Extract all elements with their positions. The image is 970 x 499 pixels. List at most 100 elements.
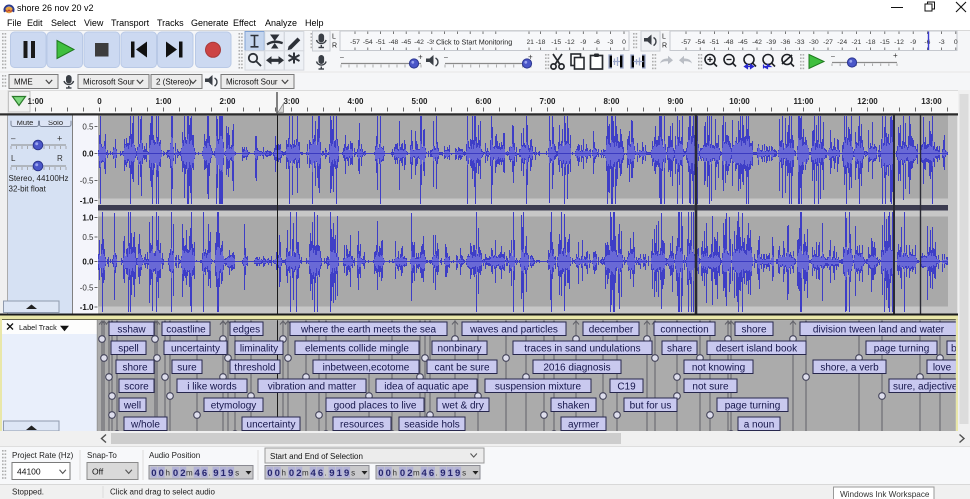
svg-text:Effect: Effect [233,18,256,28]
svg-text:+: + [57,134,62,144]
svg-text:but for us: but for us [630,401,672,412]
svg-text:-54: -54 [363,39,373,46]
svg-text:2: 2 [180,468,185,479]
svg-text:Project Rate (Hz): Project Rate (Hz) [12,451,74,460]
svg-text:Windows Ink Workspace: Windows Ink Workspace [840,490,930,499]
svg-text:-27: -27 [823,39,833,46]
svg-text:6: 6 [202,468,207,479]
svg-text:wet & dry: wet & dry [441,401,484,412]
svg-text:sure, adjective: sure, adjective [893,382,958,393]
svg-text:shore 26 nov 20 v2: shore 26 nov 20 v2 [17,3,94,13]
svg-text:m: m [413,469,420,478]
svg-text:-1.0: -1.0 [80,303,94,312]
svg-text:4: 4 [310,468,316,479]
svg-text:L: L [662,34,666,41]
svg-text:-45: -45 [401,39,411,46]
svg-text:R: R [332,43,337,50]
svg-text:-36: -36 [780,39,790,46]
svg-text:1: 1 [337,468,343,479]
svg-text:-18: -18 [866,39,876,46]
svg-text:Off: Off [92,467,104,477]
svg-text:-51: -51 [709,39,719,46]
svg-text:0: 0 [289,468,294,479]
svg-text:share: share [667,344,692,355]
svg-text:resources: resources [340,420,384,431]
svg-text:page turning: page turning [874,344,930,355]
svg-text:.: . [435,469,437,478]
svg-text:edges: edges [233,325,260,336]
svg-text:1: 1 [221,468,227,479]
svg-text:where the earth meets the sea: where the earth meets the sea [300,325,437,336]
svg-text:0: 0 [275,468,280,479]
svg-text:page turning: page turning [725,401,781,412]
svg-text:Click and drag to select audio: Click and drag to select audio [110,488,216,497]
svg-text:–: – [444,55,448,62]
svg-text:–: – [831,53,835,60]
svg-text:h: h [165,469,169,478]
svg-text:Audio Position: Audio Position [149,451,200,460]
svg-text:ayrmer: ayrmer [568,420,600,431]
svg-text:good places to live: good places to live [334,401,417,412]
svg-text:-48: -48 [388,39,398,46]
svg-text:-12: -12 [565,39,575,46]
svg-text:0: 0 [267,468,272,479]
svg-text:-6: -6 [594,39,600,46]
svg-text:vibration and matter: vibration and matter [268,382,357,393]
svg-text:desert island book: desert island book [716,344,798,355]
svg-text:5:00: 5:00 [411,97,428,106]
svg-text:0: 0 [400,468,405,479]
svg-text:-54: -54 [695,39,705,46]
svg-text:.: . [324,469,326,478]
svg-text:a noun: a noun [744,420,775,431]
svg-text:R: R [662,43,667,50]
svg-text:6:00: 6:00 [475,97,492,106]
svg-text:-12: -12 [894,39,904,46]
svg-text:coastline: coastline [166,325,206,336]
svg-text:0.5: 0.5 [82,123,94,132]
svg-text:elements collide mingle: elements collide mingle [305,344,409,355]
svg-text:View: View [84,18,104,28]
svg-text:Tracks: Tracks [157,18,184,28]
svg-text:0: 0 [159,468,164,479]
svg-text:Help: Help [305,18,324,28]
svg-text:-15: -15 [880,39,890,46]
svg-text:10:00: 10:00 [729,97,750,106]
svg-text:MME: MME [14,77,33,86]
svg-text:h: h [281,469,285,478]
svg-text:-48: -48 [724,39,734,46]
svg-text:i like words: i like words [187,382,236,393]
svg-text:C19: C19 [617,382,636,393]
svg-text:9: 9 [440,468,445,479]
svg-text:-30: -30 [809,39,819,46]
svg-text:well: well [123,401,141,412]
svg-text:9:00: 9:00 [667,97,684,106]
svg-text:Microsoft Sour: Microsoft Sour [83,77,135,86]
svg-text:seaside hols: seaside hols [404,420,460,431]
svg-text:44100: 44100 [17,467,41,477]
svg-text:cant be sure: cant be sure [434,363,489,374]
svg-text:0: 0 [378,468,383,479]
svg-text:0.0: 0.0 [82,258,94,267]
svg-text:Stopped.: Stopped. [12,488,44,497]
svg-text:–: – [340,55,344,62]
svg-text:threshold: threshold [234,363,275,374]
svg-text:L: L [11,154,16,163]
svg-text:.: . [208,469,210,478]
svg-text:1:00: 1:00 [155,97,172,106]
svg-text:m: m [302,469,309,478]
svg-text:-33: -33 [795,39,805,46]
svg-text:-9: -9 [910,39,916,46]
svg-text:inbetween,ecotome: inbetween,ecotome [323,363,410,374]
svg-text:32-bit float: 32-bit float [9,185,47,194]
svg-text:-57: -57 [350,39,360,46]
svg-text:-15: -15 [551,39,561,46]
svg-text:L: L [332,34,336,41]
svg-text:shore: shore [741,325,766,336]
svg-text:2016 diagnosis: 2016 diagnosis [543,363,610,374]
svg-text:-3: -3 [607,39,613,46]
svg-text:Analyze: Analyze [265,18,297,28]
svg-text:-18: -18 [536,39,546,46]
svg-text:–: – [11,134,16,143]
svg-text:1.0: 1.0 [82,214,94,223]
svg-text:-1.0: -1.0 [80,197,94,206]
